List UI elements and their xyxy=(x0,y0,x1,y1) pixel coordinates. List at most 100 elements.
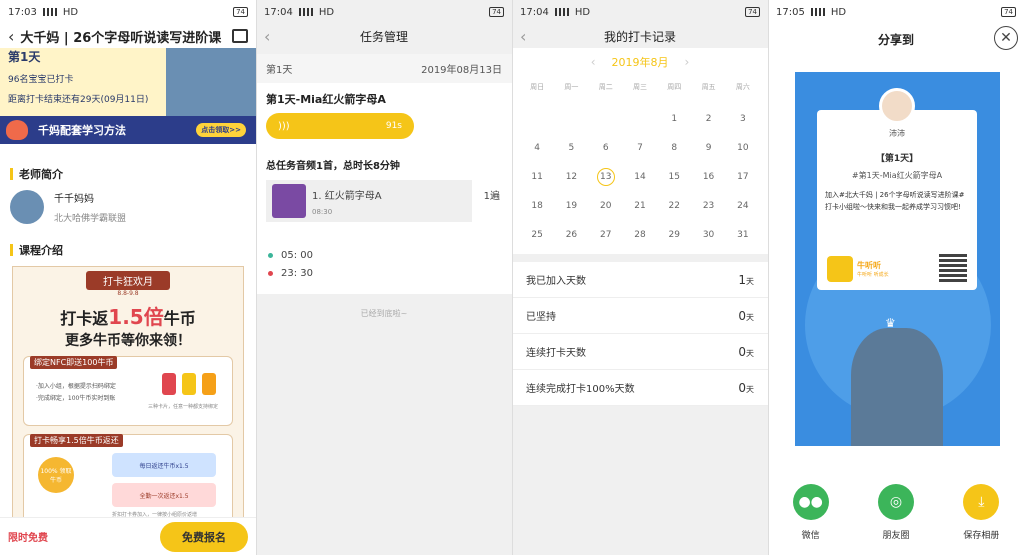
calendar-day[interactable]: 17 xyxy=(726,170,760,184)
calendar-day[interactable]: 27 xyxy=(589,228,623,242)
avatar xyxy=(10,190,44,224)
checkin-page-panel: 17:04 HD 74 ‹ 我的打卡记录 ‹ 2019年8月 › 周日 周一 周二 周三… xyxy=(512,0,768,555)
audio-player[interactable]: ))) 91s xyxy=(266,113,414,139)
prev-month-icon[interactable]: ‹ xyxy=(591,55,596,69)
calendar-empty xyxy=(589,112,623,126)
back-icon[interactable]: ‹ xyxy=(8,27,14,46)
teacher-heading-text: 老师简介 xyxy=(19,168,63,181)
teacher-name: 千千妈妈 xyxy=(54,194,94,205)
signal-icon xyxy=(298,8,313,16)
nfc-line1: ·加入小组，根据提示扫码绑定 xyxy=(36,383,116,390)
calendar-day[interactable]: 16 xyxy=(691,170,725,184)
calendar-day[interactable]: 1 xyxy=(657,112,691,126)
calendar-day[interactable]: 22 xyxy=(657,199,691,213)
share-icon[interactable] xyxy=(232,29,248,43)
teacher-section-heading: 老师简介 xyxy=(0,166,256,182)
calendar-day[interactable]: 6 xyxy=(589,141,623,155)
share-moments-button[interactable]: ◎ 朋友圈 xyxy=(877,484,914,541)
calendar-day[interactable]: 30 xyxy=(691,228,725,242)
close-icon[interactable]: ✕ xyxy=(994,26,1018,50)
return-tag: 打卡畅享1.5倍牛币返还 xyxy=(30,434,123,447)
poster-dates: 8.8-9.8 xyxy=(117,290,139,297)
method-banner[interactable]: 千妈配套学习方法 点击领取>> xyxy=(0,116,256,144)
task-title: 第1天-Mia红火箭字母A xyxy=(256,83,512,111)
calendar-day[interactable]: 8 xyxy=(657,141,691,155)
calendar-day[interactable]: 10 xyxy=(726,141,760,155)
calendar-day[interactable]: 29 xyxy=(657,228,691,242)
heading-bar xyxy=(10,168,13,180)
teacher-photo xyxy=(851,328,943,446)
calendar-day[interactable]: 7 xyxy=(623,141,657,155)
calendar-day[interactable]: 13 xyxy=(589,168,623,186)
calendar-day[interactable]: 5 xyxy=(554,141,588,155)
reminder-time-2[interactable]: 23: 30 xyxy=(268,264,500,282)
calendar-day[interactable]: 23 xyxy=(691,199,725,213)
download-icon: ⤓ xyxy=(963,484,1000,520)
calendar-day[interactable]: 20 xyxy=(589,199,623,213)
item-title: 1. 红火箭字母A xyxy=(312,190,382,202)
calendar-day[interactable]: 4 xyxy=(520,141,554,155)
calendar-day[interactable]: 19 xyxy=(554,199,588,213)
calendar-month-row: ‹ 2019年8月 › xyxy=(520,54,760,70)
status-time: 17:03 xyxy=(8,6,37,18)
weekday-label: 周五 xyxy=(701,83,716,91)
checkin-navbar: ‹ 我的打卡记录 xyxy=(512,24,768,48)
stat-row: 连续完成打卡100%天数 0天 xyxy=(512,370,768,406)
poster-return-box: 打卡畅享1.5倍牛币返还 100% 领取牛币 每日返还牛币x1.5 全勤一次返还… xyxy=(23,434,233,519)
task-page-panel: 17:04 HD 74 ‹ 任务管理 第1天 2019年08月13日 第1天-Mi… xyxy=(256,0,512,555)
return-strip-daily: 每日返还牛币x1.5 xyxy=(112,453,216,477)
avatar xyxy=(879,88,915,124)
calendar-day[interactable]: 21 xyxy=(623,199,657,213)
share-lesson: #第1天-Mia红火箭字母A xyxy=(851,171,943,180)
battery-icon: 74 xyxy=(233,7,248,17)
stat-value: 1天 xyxy=(738,272,754,287)
calendar-day[interactable]: 12 xyxy=(554,170,588,184)
calendar-day[interactable]: 31 xyxy=(726,228,760,242)
weekday-label: 周日 xyxy=(530,83,545,91)
back-icon[interactable]: ‹ xyxy=(520,27,526,46)
calendar-day[interactable]: 15 xyxy=(657,170,691,184)
calendar-day[interactable]: 11 xyxy=(520,170,554,184)
share-download-button[interactable]: ⤓ 保存相册 xyxy=(963,484,999,541)
next-month-icon[interactable]: › xyxy=(685,55,690,69)
audio-thumbnail xyxy=(272,184,306,218)
reminder-time-1[interactable]: 05: 00 xyxy=(268,246,500,264)
course-title: 大千妈 | 26个字母听说读写进阶课 xyxy=(20,30,222,46)
list-item[interactable]: 1. 红火箭字母A 08:30 xyxy=(266,180,472,222)
item-duration: 08:30 xyxy=(312,207,333,216)
share-button-label: 朋友圈 xyxy=(882,531,910,541)
back-icon[interactable]: ‹ xyxy=(264,27,270,46)
calendar-day[interactable]: 9 xyxy=(691,141,725,155)
red-dot-icon xyxy=(268,270,273,276)
share-wechat-button[interactable]: ●● 微信 xyxy=(792,484,829,541)
poster-tag: 打卡狂欢月 xyxy=(86,271,170,290)
poster-headline: 打卡返1.5倍牛币 xyxy=(60,305,196,329)
network-type: HD xyxy=(318,6,335,18)
course-footer: 限时免费 免费报名 xyxy=(0,517,256,555)
banner-go-button[interactable]: 点击领取>> xyxy=(196,123,246,137)
status-bar: 17:05 HD 74 xyxy=(768,0,1024,24)
signup-button[interactable]: 免费报名 xyxy=(160,521,248,552)
status-bar: 17:03 HD 74 xyxy=(0,0,256,24)
task-total: 总任务音频1首，总时长8分钟 xyxy=(256,139,512,180)
task-navbar: ‹ 任务管理 xyxy=(256,24,512,48)
divider xyxy=(256,0,257,555)
calendar-day[interactable]: 14 xyxy=(623,170,657,184)
audio-duration: 91s xyxy=(385,121,402,131)
calendar-day[interactable]: 26 xyxy=(554,228,588,242)
task-day: 第1天 xyxy=(266,65,293,76)
divider xyxy=(512,0,513,555)
calendar-day[interactable]: 18 xyxy=(520,199,554,213)
list-end-text: 已经到底啦~ xyxy=(360,309,408,318)
stat-value: 0天 xyxy=(738,380,754,395)
weekday-label: 周二 xyxy=(598,83,613,91)
network-type: HD xyxy=(62,6,79,18)
calendar-day[interactable]: 28 xyxy=(623,228,657,242)
calendar-empty xyxy=(554,112,588,126)
calendar-day[interactable]: 24 xyxy=(726,199,760,213)
calendar-day[interactable]: 2 xyxy=(691,112,725,126)
stat-row: 我已加入天数 1天 xyxy=(512,262,768,298)
item-repeat: 1遍 xyxy=(483,191,500,202)
calendar-day[interactable]: 3 xyxy=(726,112,760,126)
calendar-day[interactable]: 25 xyxy=(520,228,554,242)
